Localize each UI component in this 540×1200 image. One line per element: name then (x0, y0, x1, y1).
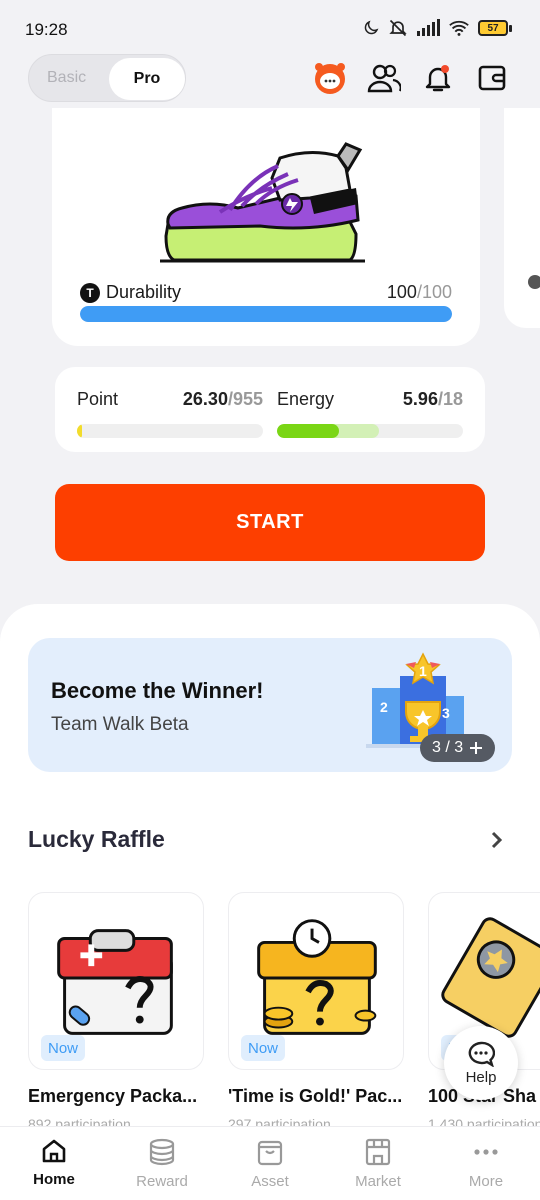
durability-token-icon: T (80, 282, 100, 303)
podium-second-label: 2 (380, 699, 388, 715)
start-button[interactable]: START (55, 484, 485, 561)
nav-home[interactable]: Home (0, 1127, 108, 1200)
energy-stat: Energy 5.96/18 (277, 389, 463, 438)
peek-badge (528, 275, 540, 289)
mode-toggle[interactable]: Basic Pro (28, 54, 186, 102)
nav-more[interactable]: More (432, 1127, 540, 1200)
bell-muted-icon (389, 19, 407, 37)
next-sneaker-card[interactable] (504, 108, 540, 328)
now-badge: Now (241, 1035, 286, 1061)
moon-icon (364, 20, 379, 35)
stats-card: Point 26.30/955 Energy 5.96/18 (55, 367, 485, 452)
help-label: Help (465, 1068, 497, 1086)
mode-pro-option[interactable]: Pro (109, 58, 185, 100)
point-bar (77, 424, 263, 438)
more-icon (474, 1149, 498, 1155)
raffle-item-name: 'Time is Gold!' Pac... (228, 1086, 403, 1106)
team-counter: 3 / 3 (432, 739, 464, 756)
point-stat: Point 26.30/955 (77, 389, 263, 438)
point-value: 26.30/955 (182, 389, 263, 409)
status-bar: 19:28 57 (0, 0, 540, 60)
home-icon (42, 1139, 66, 1163)
winner-subtitle: Team Walk Beta (51, 714, 189, 735)
podium-third-label: 3 (442, 705, 450, 721)
team-counter-pill[interactable]: 3 / 3 (420, 734, 496, 762)
nav-market-label: Market (355, 1173, 401, 1190)
energy-bar (277, 424, 463, 438)
durability-bar-fill (80, 306, 452, 322)
wallet-icon[interactable] (474, 60, 510, 96)
header-actions (312, 60, 510, 96)
sneaker-image (160, 142, 365, 263)
nav-reward-label: Reward (136, 1173, 188, 1190)
wifi-icon (449, 20, 469, 36)
raffle-item-participation: 1,430 participation (428, 1116, 540, 1126)
raffle-item-name: Emergency Packa... (28, 1086, 198, 1106)
point-label: Point (77, 389, 119, 409)
raffle-item-participation: 297 participation (228, 1116, 331, 1126)
raffle-card-time-is-gold[interactable]: Now (228, 892, 404, 1070)
chevron-right-icon[interactable] (486, 826, 508, 854)
point-bar-fill (77, 424, 83, 438)
lucky-raffle-title: Lucky Raffle (28, 826, 165, 852)
coins-icon (149, 1138, 175, 1166)
durability-current: 100 (386, 282, 417, 302)
signal-icon (417, 19, 440, 36)
durability-bar (80, 306, 452, 322)
box-icon (257, 1140, 283, 1166)
nav-home-label: Home (33, 1171, 75, 1188)
status-time: 19:28 (25, 20, 68, 39)
bottom-nav: Home Reward Asset Market More (0, 1126, 540, 1200)
podium-first-label: 1 (419, 663, 427, 679)
nav-reward[interactable]: Reward (108, 1127, 216, 1200)
energy-value: 5.96/18 (402, 389, 463, 409)
now-badge: Now (41, 1035, 86, 1061)
store-icon (365, 1138, 391, 1166)
nav-asset[interactable]: Asset (216, 1127, 324, 1200)
help-button[interactable]: Help (444, 1026, 518, 1100)
durability-label: Durability (106, 282, 182, 302)
chat-mascot-icon[interactable] (312, 60, 348, 96)
friends-icon[interactable] (366, 60, 402, 96)
winner-title: Become the Winner! (51, 678, 264, 703)
winner-banner[interactable]: Become the Winner! Team Walk Beta 1 2 3 … (28, 638, 512, 772)
battery-level: 57 (487, 22, 499, 34)
durability-value: 100/100 (387, 282, 452, 303)
plus-icon (470, 742, 483, 754)
notification-bell-icon[interactable] (420, 60, 456, 96)
nav-asset-label: Asset (251, 1173, 289, 1190)
energy-bar-fill (277, 424, 339, 438)
chat-bubble-icon (468, 1041, 495, 1067)
nav-more-label: More (468, 1173, 504, 1190)
durability-row: T Durability 100/100 (80, 282, 452, 303)
mode-basic-option[interactable]: Basic (47, 69, 86, 87)
durability-max: /100 (416, 282, 452, 302)
battery-icon: 57 (478, 20, 512, 36)
nav-market[interactable]: Market (324, 1127, 432, 1200)
energy-label: Energy (277, 389, 335, 409)
status-icons: 57 (362, 18, 512, 38)
raffle-item-participation: 892 participation (28, 1116, 131, 1126)
raffle-card-emergency[interactable]: Now (28, 892, 204, 1070)
